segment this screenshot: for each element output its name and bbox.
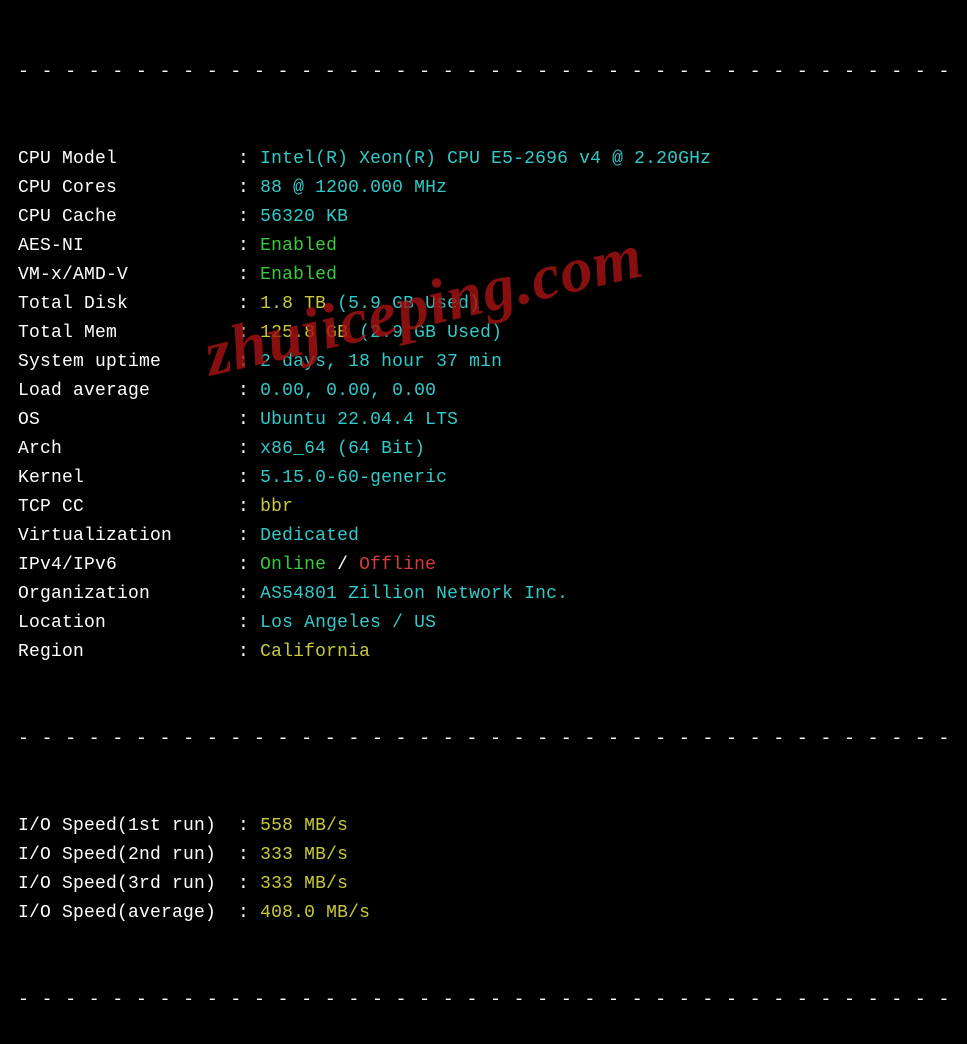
- iospeed-row: I/O Speed(2nd run) : 333 MB/s: [18, 841, 949, 870]
- row-label: CPU Cores: [18, 178, 238, 198]
- sysinfo-row: Region : California: [18, 638, 949, 667]
- row-colon: :: [238, 439, 260, 459]
- row-colon: :: [238, 323, 260, 343]
- row-colon: :: [238, 845, 260, 865]
- row-colon: :: [238, 381, 260, 401]
- row-colon: :: [238, 178, 260, 198]
- sysinfo-row: CPU Model : Intel(R) Xeon(R) CPU E5-2696…: [18, 145, 949, 174]
- row-colon: :: [238, 874, 260, 894]
- row-label: Kernel: [18, 468, 238, 488]
- row-colon: :: [238, 149, 260, 169]
- row-colon: :: [238, 613, 260, 633]
- row-colon: :: [238, 468, 260, 488]
- row-value: 56320 KB: [260, 207, 348, 227]
- sysinfo-row: AES-NI : Enabled: [18, 232, 949, 261]
- row-label: I/O Speed(2nd run): [18, 845, 238, 865]
- row-colon: :: [238, 265, 260, 285]
- sysinfo-row: Total Disk : 1.8 TB (5.9 GB Used): [18, 290, 949, 319]
- row-colon: :: [238, 207, 260, 227]
- row-label: I/O Speed(1st run): [18, 816, 238, 836]
- iospeed-row: I/O Speed(1st run) : 558 MB/s: [18, 812, 949, 841]
- row-value: Enabled: [260, 236, 337, 256]
- terminal-output: - - - - - - - - - - - - - - - - - - - - …: [0, 0, 967, 1044]
- row-value: Online: [260, 555, 326, 575]
- row-value: bbr: [260, 497, 293, 517]
- sysinfo-row: Organization : AS54801 Zillion Network I…: [18, 580, 949, 609]
- row-value: Intel(R) Xeon(R) CPU E5-2696 v4 @ 2.20GH…: [260, 149, 711, 169]
- iospeed-row: I/O Speed(average) : 408.0 MB/s: [18, 899, 949, 928]
- row-label: Total Disk: [18, 294, 238, 314]
- row-value: /: [326, 555, 359, 575]
- sysinfo-row: Arch : x86_64 (64 Bit): [18, 435, 949, 464]
- row-label: IPv4/IPv6: [18, 555, 238, 575]
- separator-top: - - - - - - - - - - - - - - - - - - - - …: [18, 58, 949, 87]
- row-label: Virtualization: [18, 526, 238, 546]
- row-value: 0.00, 0.00, 0.00: [260, 381, 436, 401]
- sysinfo-row: CPU Cores : 88 @ 1200.000 MHz: [18, 174, 949, 203]
- row-value: Los Angeles / US: [260, 613, 436, 633]
- row-label: I/O Speed(average): [18, 903, 238, 923]
- row-value: 558 MB/s: [260, 816, 348, 836]
- sysinfo-row: Kernel : 5.15.0-60-generic: [18, 464, 949, 493]
- row-value: (5.9 GB Used): [326, 294, 480, 314]
- sysinfo-row: OS : Ubuntu 22.04.4 LTS: [18, 406, 949, 435]
- row-value: Dedicated: [260, 526, 359, 546]
- row-label: Arch: [18, 439, 238, 459]
- iospeed-row: I/O Speed(3rd run) : 333 MB/s: [18, 870, 949, 899]
- row-value: Offline: [359, 555, 436, 575]
- row-colon: :: [238, 584, 260, 604]
- row-value: 88 @ 1200.000 MHz: [260, 178, 447, 198]
- row-label: Organization: [18, 584, 238, 604]
- row-colon: :: [238, 497, 260, 517]
- separator-bottom: - - - - - - - - - - - - - - - - - - - - …: [18, 986, 949, 1015]
- row-value: x86_64 (64 Bit): [260, 439, 425, 459]
- row-colon: :: [238, 236, 260, 256]
- row-colon: :: [238, 526, 260, 546]
- sysinfo-row: CPU Cache : 56320 KB: [18, 203, 949, 232]
- sysinfo-row: IPv4/IPv6 : Online / Offline: [18, 551, 949, 580]
- row-value: 333 MB/s: [260, 845, 348, 865]
- row-value: Enabled: [260, 265, 337, 285]
- row-colon: :: [238, 816, 260, 836]
- row-value: 1.8 TB: [260, 294, 326, 314]
- row-colon: :: [238, 352, 260, 372]
- sysinfo-row: Total Mem : 125.8 GB (2.9 GB Used): [18, 319, 949, 348]
- row-label: VM-x/AMD-V: [18, 265, 238, 285]
- row-value: 5.15.0-60-generic: [260, 468, 447, 488]
- row-label: Location: [18, 613, 238, 633]
- row-label: Total Mem: [18, 323, 238, 343]
- row-colon: :: [238, 903, 260, 923]
- row-label: TCP CC: [18, 497, 238, 517]
- row-label: I/O Speed(3rd run): [18, 874, 238, 894]
- sysinfo-row: Load average : 0.00, 0.00, 0.00: [18, 377, 949, 406]
- sysinfo-row: Location : Los Angeles / US: [18, 609, 949, 638]
- row-label: System uptime: [18, 352, 238, 372]
- row-value: Ubuntu 22.04.4 LTS: [260, 410, 458, 430]
- sysinfo-row: VM-x/AMD-V : Enabled: [18, 261, 949, 290]
- row-label: Region: [18, 642, 238, 662]
- row-value: AS54801 Zillion Network Inc.: [260, 584, 568, 604]
- row-colon: :: [238, 555, 260, 575]
- row-colon: :: [238, 642, 260, 662]
- sysinfo-row: Virtualization : Dedicated: [18, 522, 949, 551]
- row-label: OS: [18, 410, 238, 430]
- row-label: CPU Cache: [18, 207, 238, 227]
- row-value: 2 days, 18 hour 37 min: [260, 352, 502, 372]
- row-colon: :: [238, 410, 260, 430]
- row-label: CPU Model: [18, 149, 238, 169]
- sysinfo-row: TCP CC : bbr: [18, 493, 949, 522]
- row-value: (2.9 GB Used): [348, 323, 502, 343]
- row-value: 408.0 MB/s: [260, 903, 370, 923]
- row-colon: :: [238, 294, 260, 314]
- row-value: 125.8 GB: [260, 323, 348, 343]
- row-label: Load average: [18, 381, 238, 401]
- row-value: California: [260, 642, 370, 662]
- row-label: AES-NI: [18, 236, 238, 256]
- separator-mid: - - - - - - - - - - - - - - - - - - - - …: [18, 725, 949, 754]
- row-value: 333 MB/s: [260, 874, 348, 894]
- sysinfo-row: System uptime : 2 days, 18 hour 37 min: [18, 348, 949, 377]
